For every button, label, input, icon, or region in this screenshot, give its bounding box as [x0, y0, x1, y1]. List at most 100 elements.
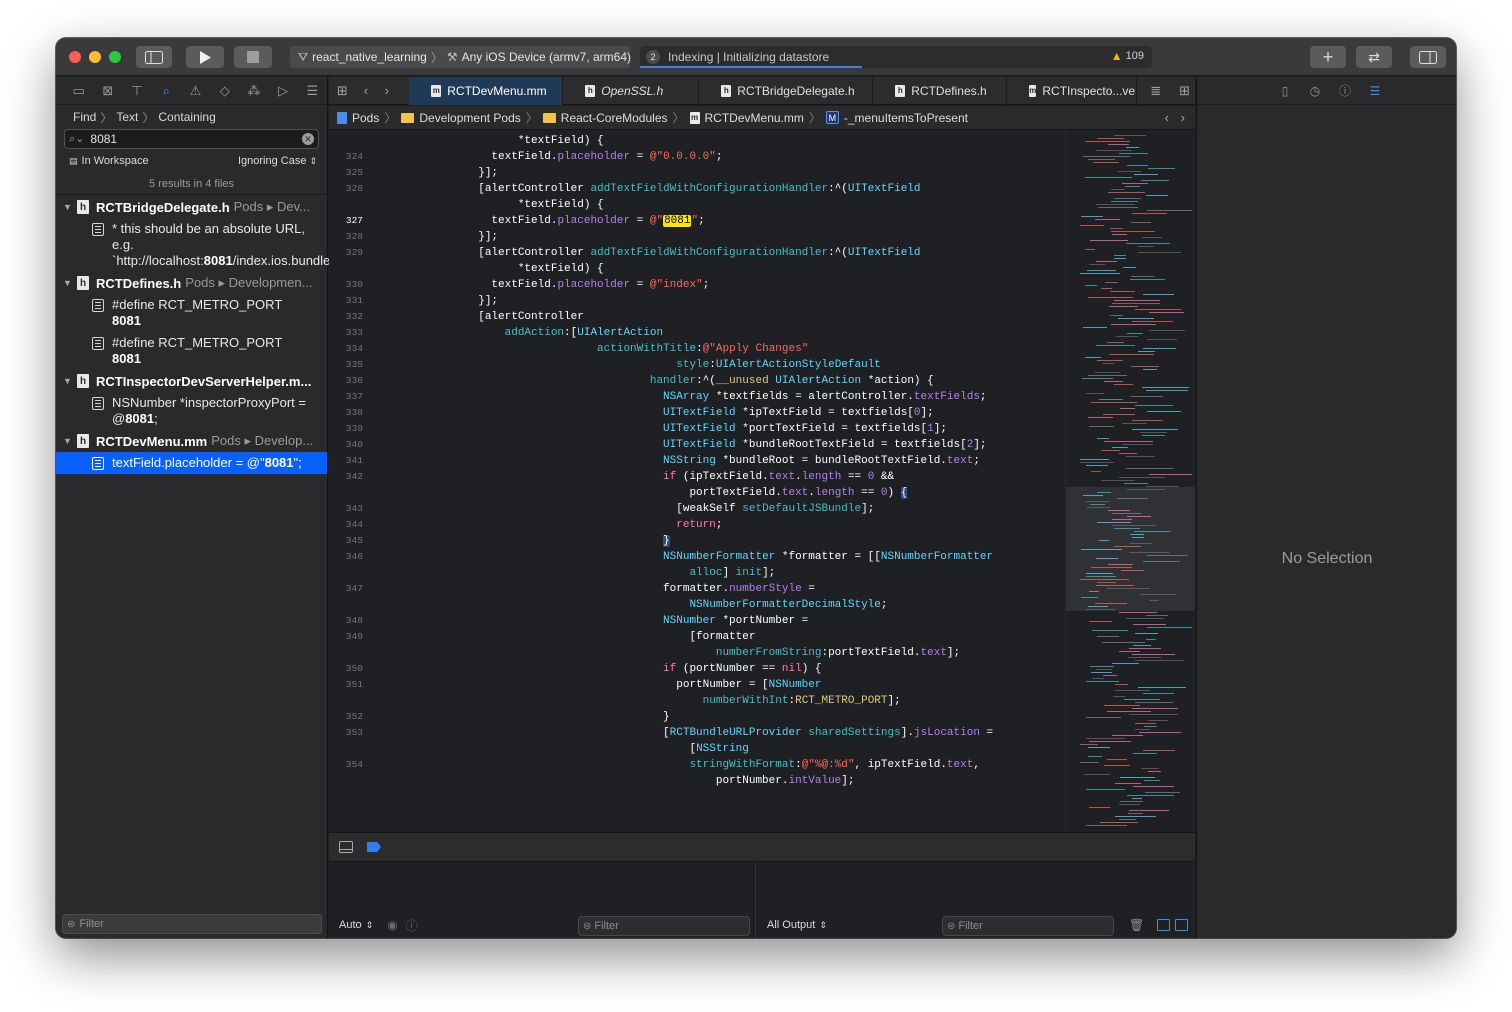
back-chevron-icon[interactable]: ‹: [356, 83, 377, 98]
code-line[interactable]: 347 formatter.numberStyle =: [329, 581, 1065, 597]
scheme-selector[interactable]: ⛛ react_native_learning 〉 ⚒ Any iOS Devi…: [290, 46, 631, 68]
forward-chevron-icon[interactable]: ›: [376, 83, 397, 98]
library-add-button[interactable]: +: [1310, 46, 1346, 68]
variables-filter-field[interactable]: ⊜ Filter: [578, 916, 750, 936]
clear-search-icon[interactable]: ✕: [302, 133, 314, 145]
file-inspector-icon[interactable]: ▯: [1275, 84, 1295, 98]
run-button[interactable]: [186, 46, 224, 68]
code-line[interactable]: 329 [alertController addTextFieldWithCon…: [329, 245, 1065, 261]
code-line[interactable]: 354 stringWithFormat:@"%@:%d", ipTextFie…: [329, 757, 1065, 773]
result-match-row[interactable]: #define RCT_METRO_PORT 8081: [56, 294, 327, 332]
grid-icon[interactable]: ⊞: [329, 83, 356, 99]
report-icon[interactable]: ☰: [298, 83, 327, 99]
output-selector[interactable]: All Output ⇕: [767, 919, 827, 931]
minimize-window-button[interactable]: [89, 51, 101, 63]
jumpbar-item-group[interactable]: React-CoreModules: [561, 111, 668, 125]
code-line[interactable]: numberWithInt:RCT_METRO_PORT];: [329, 693, 1065, 709]
show-variables-icon[interactable]: [1157, 919, 1170, 931]
split-editor-icon[interactable]: ⊞: [1174, 83, 1195, 99]
show-console-icon[interactable]: [1175, 919, 1188, 931]
code-line[interactable]: 327 textField.placeholder = @"8081";: [329, 213, 1065, 229]
code-line[interactable]: 340 UITextField *bundleRootTextField = t…: [329, 437, 1065, 453]
hierarchy-icon[interactable]: ⊤: [122, 83, 151, 99]
code-line[interactable]: 339 UITextField *portTextField = textfie…: [329, 421, 1065, 437]
find-mode-label[interactable]: Find: [73, 110, 96, 124]
result-file-row[interactable]: ▼ h RCTDefines.h Pods ▸ Developmen...: [56, 272, 327, 294]
breakpoint-icon[interactable]: ▷: [269, 83, 298, 99]
history-clock-icon[interactable]: ◷: [1305, 84, 1325, 98]
disclosure-triangle-icon[interactable]: ▼: [63, 436, 77, 446]
find-search-field[interactable]: ⌕⌄ 8081 ✕: [64, 129, 319, 149]
navigator-filter-field[interactable]: ⊜ Filter: [62, 914, 322, 934]
close-window-button[interactable]: [69, 51, 81, 63]
code-line[interactable]: 334 actionWithTitle:@"Apply Changes": [329, 341, 1065, 357]
jumpbar-item-file[interactable]: RCTDevMenu.mm: [705, 111, 804, 125]
find-type-label[interactable]: Text: [116, 110, 138, 124]
editor-options-icon[interactable]: ≣: [1145, 83, 1166, 99]
code-line[interactable]: numberFromString:portTextField.text];: [329, 645, 1065, 661]
disclosure-triangle-icon[interactable]: ▼: [63, 376, 77, 386]
warnings-indicator[interactable]: ▲ 109: [1111, 49, 1144, 63]
test-diamond-icon[interactable]: ◇: [210, 83, 239, 99]
code-line[interactable]: *textField) {: [329, 133, 1065, 149]
result-file-row[interactable]: ▼ h RCTBridgeDelegate.h Pods ▸ Dev...: [56, 196, 327, 218]
code-review-button[interactable]: ⇄: [1356, 46, 1392, 68]
editor-tab[interactable]: h RCTBridgeDelegate.h: [699, 76, 874, 105]
code-line[interactable]: 331 }];: [329, 293, 1065, 309]
code-line[interactable]: 341 NSString *bundleRoot = bundleRootTex…: [329, 453, 1065, 469]
code-line[interactable]: 353 [RCTBundleURLProvider sharedSettings…: [329, 725, 1065, 741]
code-line[interactable]: 349 [formatter: [329, 629, 1065, 645]
next-issue-chevron-icon[interactable]: ›: [1181, 110, 1185, 125]
issue-warning-icon[interactable]: ⚠: [181, 83, 210, 99]
jumpbar-item-development-pods[interactable]: Development Pods: [419, 111, 520, 125]
editor-tab[interactable]: h OpenSSL.h: [563, 76, 700, 105]
code-line[interactable]: 351 portNumber = [NSNumber: [329, 677, 1065, 693]
editor-tab[interactable]: h RCTDefines.h: [873, 76, 1008, 105]
code-line[interactable]: 333 addAction:[UIAlertAction: [329, 325, 1065, 341]
code-line[interactable]: NSNumberFormatterDecimalStyle;: [329, 597, 1065, 613]
code-line[interactable]: 330 textField.placeholder = @"index";: [329, 277, 1065, 293]
code-line[interactable]: 338 UITextField *ipTextField = textfield…: [329, 405, 1065, 421]
code-line[interactable]: 342 if (ipTextField.text.length == 0 &&: [329, 469, 1065, 485]
scope-selector[interactable]: ▤ In Workspace: [69, 155, 149, 167]
hide-debug-area-icon[interactable]: [339, 841, 353, 853]
code-line[interactable]: 352 }: [329, 709, 1065, 725]
code-line[interactable]: *textField) {: [329, 197, 1065, 213]
code-line[interactable]: portNumber.intValue];: [329, 773, 1065, 789]
code-line[interactable]: 350 if (portNumber == nil) {: [329, 661, 1065, 677]
code-line[interactable]: 337 NSArray *textfields = alertControlle…: [329, 389, 1065, 405]
jumpbar-item-method[interactable]: -_menuItemsToPresent: [844, 111, 968, 125]
activity-viewer[interactable]: 2 Indexing | Initializing datastore ▲ 10…: [640, 46, 1152, 68]
find-mode-path[interactable]: Find 〉 Text 〉 Containing: [56, 105, 327, 129]
auto-selector[interactable]: Auto ⇕: [339, 919, 373, 931]
search-icon[interactable]: ⌕: [152, 83, 181, 99]
code-line[interactable]: 332 [alertController: [329, 309, 1065, 325]
code-line[interactable]: 346 NSNumberFormatter *formatter = [[NSN…: [329, 549, 1065, 565]
code-line[interactable]: *textField) {: [329, 261, 1065, 277]
code-line[interactable]: [NSString: [329, 741, 1065, 757]
search-input[interactable]: 8081: [90, 132, 117, 146]
result-match-row[interactable]: textField.placeholder = @"8081";: [56, 452, 327, 474]
disclosure-triangle-icon[interactable]: ▼: [63, 278, 77, 288]
breakpoints-toggle-icon[interactable]: [367, 842, 381, 852]
result-file-row[interactable]: ▼ h RCTDevMenu.mm Pods ▸ Develop...: [56, 430, 327, 452]
trash-icon[interactable]: 🗑: [1129, 918, 1144, 932]
result-file-row[interactable]: ▼ h RCTInspectorDevServerHelper.m...: [56, 370, 327, 392]
toggle-navigator-button[interactable]: [136, 46, 172, 68]
code-line[interactable]: 343 [weakSelf setDefaultJSBundle];: [329, 501, 1065, 517]
case-mode-selector[interactable]: Ignoring Case ⇕: [238, 155, 317, 167]
editor-tab[interactable]: m RCTDevMenu.mm: [409, 76, 564, 105]
prev-issue-chevron-icon[interactable]: ‹: [1165, 110, 1169, 125]
code-line[interactable]: 326 [alertController addTextFieldWithCon…: [329, 181, 1065, 197]
toggle-inspector-button[interactable]: [1410, 46, 1446, 68]
code-line[interactable]: 325 }];: [329, 165, 1065, 181]
code-line[interactable]: 348 NSNumber *portNumber =: [329, 613, 1065, 629]
zoom-window-button[interactable]: [109, 51, 121, 63]
folder-icon[interactable]: ▭: [64, 83, 93, 99]
eye-icon[interactable]: ◉: [387, 918, 397, 932]
code-line[interactable]: alloc] init];: [329, 565, 1065, 581]
code-line[interactable]: 335 style:UIAlertActionStyleDefault: [329, 357, 1065, 373]
minimap[interactable]: [1065, 131, 1195, 831]
code-line[interactable]: portTextField.text.length == 0) {: [329, 485, 1065, 501]
result-match-row[interactable]: * this should be an absolute URL, e.g. `…: [56, 218, 338, 272]
